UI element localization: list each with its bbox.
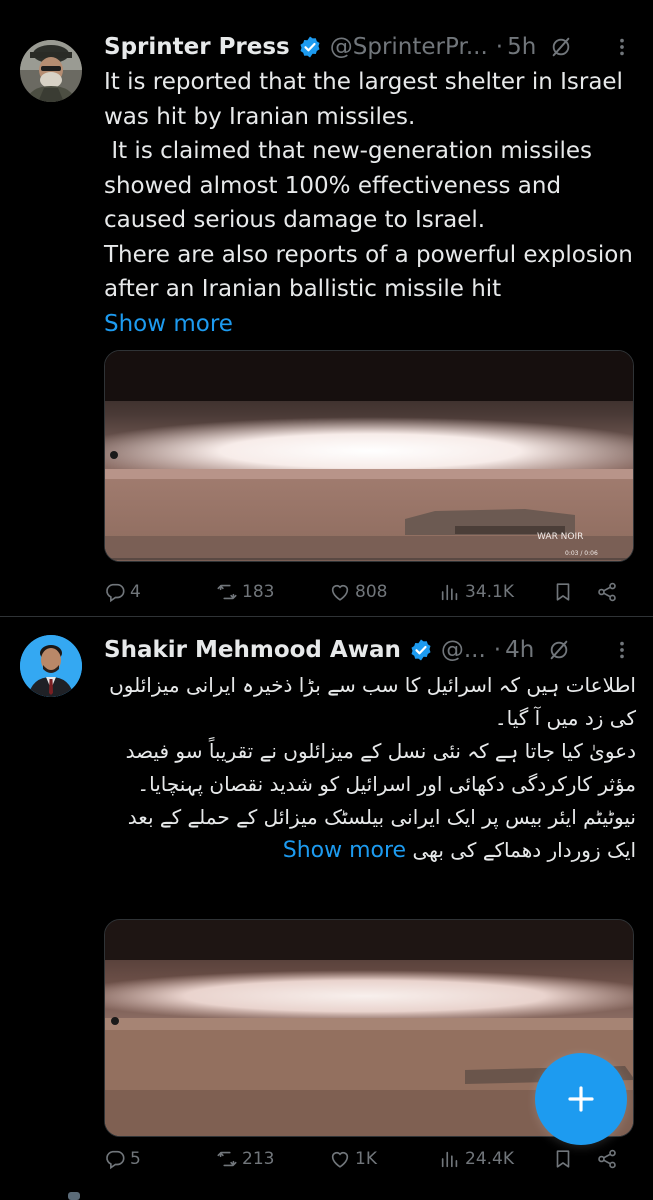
repost-count: 213	[242, 1149, 275, 1169]
like-count: 1K	[355, 1149, 377, 1169]
timestamp[interactable]: 4h	[505, 637, 534, 663]
compose-plus-icon	[568, 1086, 594, 1112]
repost-icon	[217, 584, 237, 600]
repost-button[interactable]: 183	[216, 581, 274, 603]
grok-icon[interactable]	[548, 639, 570, 661]
avatar-image	[20, 40, 82, 102]
tweet-header: Sprinter Press @SprinterPr... · 5h	[104, 29, 633, 65]
tweet-header: Shakir Mehmood Awan @... · 4h	[104, 632, 633, 668]
more-icon[interactable]	[611, 36, 633, 58]
action-bar: 5 213 1K 24.4K	[104, 1142, 624, 1176]
tweet-text: It is reported that the largest shelter …	[104, 65, 639, 341]
compose-button[interactable]	[535, 1053, 627, 1145]
bookmark-button[interactable]	[552, 1148, 574, 1170]
bookmark-icon	[556, 583, 570, 601]
author-handle[interactable]: @...	[441, 637, 486, 663]
reply-icon	[106, 583, 125, 603]
tweet-text-line: It is reported that the largest shelter …	[104, 69, 623, 130]
tweet-text-line: There are also reports of a powerful exp…	[104, 241, 633, 303]
tweet-text-line: اطلاعات ہیں کہ اسرائیل کا سب سے بڑا ذخیر…	[109, 673, 636, 730]
repost-button[interactable]: 213	[216, 1148, 274, 1170]
separator-dot: ·	[493, 637, 502, 663]
like-count: 808	[355, 582, 388, 602]
tweet[interactable]: Sprinter Press @SprinterPr... · 5h It is…	[0, 0, 653, 616]
video-watermark: WAR NOIR	[537, 532, 583, 542]
author-name[interactable]: Sprinter Press	[104, 34, 290, 60]
grok-icon[interactable]	[550, 36, 572, 58]
video-media[interactable]: WAR NOIR 0:03 / 0:06	[104, 350, 634, 562]
video-time: 0:03 / 0:06	[565, 550, 598, 557]
author-handle[interactable]: @SprinterPr...	[330, 34, 488, 60]
tweet-text-line: نیوٹیٹم ایئر بیس پر ایک ایرانی بیلسٹک می…	[104, 801, 636, 869]
like-button[interactable]: 808	[329, 581, 387, 603]
share-icon	[598, 1149, 616, 1169]
view-count: 24.4K	[465, 1149, 514, 1169]
more-icon[interactable]	[611, 639, 633, 661]
separator-dot: ·	[495, 34, 504, 60]
share-button[interactable]	[596, 581, 618, 603]
reply-button[interactable]: 5	[104, 1148, 141, 1170]
views-icon	[441, 1151, 458, 1168]
avatar[interactable]	[20, 635, 82, 697]
next-avatar-peek	[68, 1192, 80, 1200]
views-button[interactable]: 34.1K	[439, 581, 514, 603]
views-button[interactable]: 24.4K	[439, 1148, 514, 1170]
repost-count: 183	[242, 582, 275, 602]
like-icon	[331, 1151, 349, 1168]
repost-icon	[217, 1151, 237, 1167]
avatar-image	[20, 635, 82, 697]
reply-button[interactable]: 4	[104, 581, 141, 603]
show-more-link[interactable]: Show more	[104, 307, 639, 342]
timestamp[interactable]: 5h	[507, 34, 536, 60]
reply-count: 5	[130, 1149, 141, 1169]
tweet-text-line: دعویٰ کیا جاتا ہے کہ نئی نسل کے میزائلوں…	[125, 739, 636, 796]
show-more-link[interactable]: Show more	[283, 838, 406, 863]
views-icon	[441, 584, 458, 601]
bookmark-icon	[556, 1150, 570, 1168]
share-icon	[598, 582, 616, 602]
author-name[interactable]: Shakir Mehmood Awan	[104, 637, 401, 663]
reply-icon	[106, 1150, 125, 1170]
like-icon	[331, 584, 349, 601]
avatar[interactable]	[20, 40, 82, 102]
tweet-text: اطلاعات ہیں کہ اسرائیل کا سب سے بڑا ذخیر…	[104, 669, 636, 869]
like-button[interactable]: 1K	[329, 1148, 377, 1170]
verified-icon	[411, 639, 431, 661]
action-bar: 4 183 808 34.1K	[104, 575, 624, 609]
view-count: 34.1K	[465, 582, 514, 602]
verified-icon	[300, 36, 320, 58]
tweet-text-line: It is claimed that new-generation missil…	[104, 138, 600, 233]
bookmark-button[interactable]	[552, 581, 574, 603]
reply-count: 4	[130, 582, 141, 602]
video-frame: WAR NOIR 0:03 / 0:06	[105, 351, 633, 561]
share-button[interactable]	[596, 1148, 618, 1170]
